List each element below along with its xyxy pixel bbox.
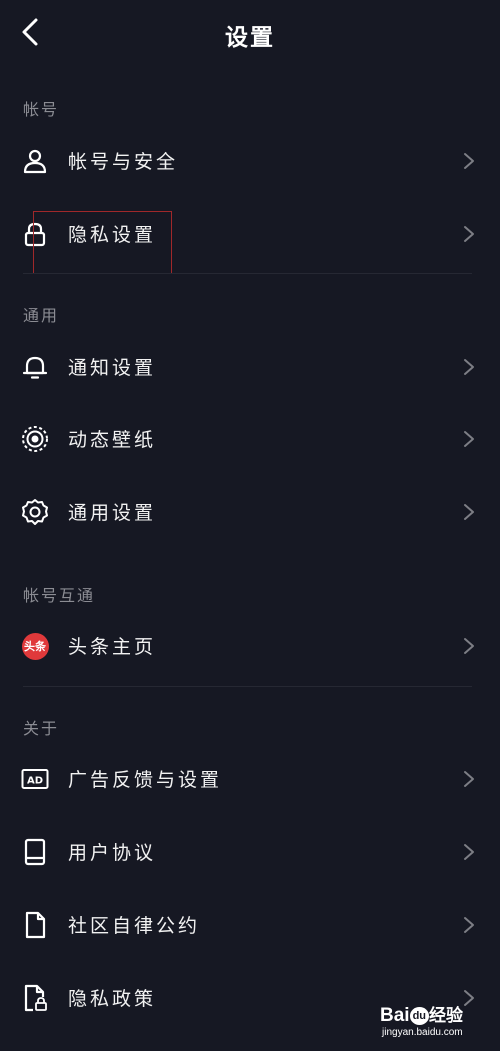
menu-item-label: 动态壁纸	[68, 429, 157, 451]
watermark-brand: Bai du 经验	[380, 1001, 463, 1027]
toutiao-icon: 头条	[20, 631, 50, 661]
menu-item-ad-feedback[interactable]: AD 广告反馈与设置	[0, 750, 500, 806]
chevron-right-icon	[464, 771, 474, 787]
chevron-right-icon	[464, 226, 474, 242]
menu-item-label: 通知设置	[68, 357, 157, 379]
watermark-url: jingyan.baidu.com	[382, 1027, 463, 1038]
live-wallpaper-icon	[20, 424, 50, 454]
menu-item-toutiao-homepage[interactable]: 头条 头条主页	[0, 617, 500, 673]
watermark-paw-logo: du	[409, 1006, 430, 1025]
chevron-right-icon	[464, 844, 474, 860]
bell-icon	[20, 352, 50, 382]
chevron-right-icon	[464, 153, 474, 169]
menu-item-label: 广告反馈与设置	[68, 769, 223, 791]
privacy-document-icon	[20, 983, 50, 1013]
watermark-brand-suffix: 经验	[429, 1006, 464, 1025]
chevron-right-icon	[464, 359, 474, 375]
menu-item-community-guidelines[interactable]: 社区自律公约	[0, 896, 500, 952]
ad-icon: AD	[20, 764, 50, 794]
divider	[23, 273, 472, 274]
menu-item-label: 用户协议	[68, 842, 157, 864]
document-icon	[20, 910, 50, 940]
person-icon	[20, 146, 50, 176]
toutiao-badge: 头条	[21, 632, 49, 660]
section-title-linked: 帐号互通	[23, 586, 96, 605]
menu-item-label: 通用设置	[68, 502, 157, 524]
divider	[23, 686, 472, 687]
menu-item-general-settings[interactable]: 通用设置	[0, 483, 500, 539]
menu-item-label: 帐号与安全	[68, 151, 179, 173]
baidu-jingyan-watermark: Bai du 经验 jingyan.baidu.com	[380, 999, 476, 1045]
menu-item-label: 隐私政策	[68, 988, 157, 1010]
chevron-right-icon	[464, 504, 474, 520]
chevron-right-icon	[464, 917, 474, 933]
menu-item-label: 头条主页	[68, 636, 157, 658]
book-icon	[20, 837, 50, 867]
section-title-general: 通用	[23, 306, 60, 325]
section-title-account: 帐号	[23, 100, 60, 119]
ad-icon-text: AD	[27, 776, 43, 787]
section-title-about: 关于	[23, 719, 60, 738]
highlight-box	[33, 211, 172, 274]
menu-item-notification-settings[interactable]: 通知设置	[0, 338, 500, 394]
page-title: 设置	[225, 25, 275, 51]
menu-item-label: 社区自律公约	[68, 915, 201, 937]
chevron-right-icon	[464, 638, 474, 654]
header: 设置	[0, 0, 500, 70]
chevron-right-icon	[464, 431, 474, 447]
menu-item-account-security[interactable]: 帐号与安全	[0, 132, 500, 188]
menu-item-live-wallpaper[interactable]: 动态壁纸	[0, 410, 500, 466]
gear-icon	[20, 497, 50, 527]
menu-item-user-agreement[interactable]: 用户协议	[0, 823, 500, 879]
watermark-brand-prefix: Bai	[380, 1005, 410, 1026]
